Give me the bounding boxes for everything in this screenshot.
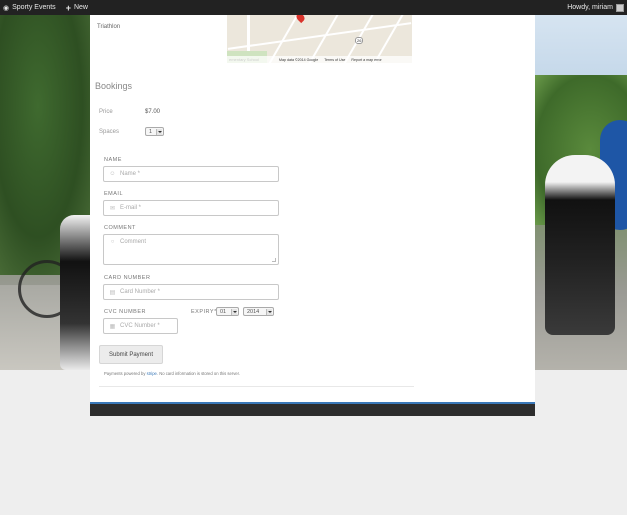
- spaces-select[interactable]: 1: [145, 127, 164, 136]
- cvc-placeholder: CVC Number *: [120, 323, 160, 329]
- envelope-icon: ✉: [109, 205, 116, 212]
- site-name: Sporty Events: [12, 4, 56, 11]
- email-field[interactable]: ✉ E-mail *: [103, 200, 279, 216]
- divider: [99, 386, 414, 387]
- price-label: Price: [99, 109, 113, 115]
- comment-label: COMMENT: [104, 225, 136, 231]
- payment-notice: Payments powered by stripe. No card info…: [104, 371, 240, 376]
- cvc-field[interactable]: ▦ CVC Number *: [103, 318, 178, 334]
- stripe-link[interactable]: stripe: [147, 371, 157, 376]
- expiry-year-value: 2014: [247, 308, 260, 315]
- spaces-label: Spaces: [99, 129, 120, 135]
- comment-placeholder: Comment: [120, 239, 147, 245]
- map-terms-link[interactable]: Terms of Use: [324, 58, 345, 62]
- email-placeholder: E-mail *: [120, 205, 142, 211]
- event-location-label: Triathlon: [97, 24, 121, 30]
- card-number-placeholder: Card Number *: [120, 289, 161, 295]
- chevron-down-icon: [266, 309, 272, 315]
- credit-card-icon: ▤: [109, 289, 116, 296]
- cvc-label: CVC NUMBER: [104, 309, 146, 315]
- expiry-month-select[interactable]: 01: [216, 307, 239, 316]
- account-menu[interactable]: Howdy, miriam: [567, 3, 624, 12]
- new-label: New: [73, 4, 88, 11]
- chevron-down-icon: [231, 309, 237, 315]
- speech-bubble-icon: ○: [110, 239, 115, 245]
- comment-field[interactable]: ○ Comment: [103, 234, 279, 265]
- new-content-menu[interactable]: + New: [66, 3, 88, 13]
- name-placeholder: Name *: [120, 171, 141, 177]
- powered-prefix: Payments powered by: [104, 371, 146, 376]
- route-shield: 26: [355, 37, 364, 44]
- powered-suffix: No card information is stored on this se…: [159, 371, 240, 376]
- name-field[interactable]: ☺ Name *: [103, 166, 279, 182]
- chevron-down-icon: [156, 129, 162, 135]
- avatar: [616, 3, 624, 12]
- submit-payment-button[interactable]: Submit Payment: [99, 345, 163, 364]
- dashboard-icon: ◉: [3, 4, 10, 12]
- map-pin-icon[interactable]: [294, 15, 307, 24]
- site-menu[interactable]: ◉ Sporty Events: [3, 4, 56, 12]
- event-map[interactable]: 26 ementary School Map data ©2014 Google…: [227, 15, 412, 63]
- expiry-month-value: 01: [220, 308, 227, 315]
- price-value: $7.00: [145, 109, 161, 115]
- map-report-link[interactable]: Report a map error: [351, 58, 381, 62]
- resize-handle[interactable]: [272, 258, 276, 262]
- content-panel: Triathlon 26 ementary School Map data ©2…: [90, 15, 535, 405]
- howdy-text: Howdy, miriam: [567, 4, 613, 11]
- expiry-label: EXPIRY*: [191, 309, 217, 315]
- name-label: NAME: [104, 157, 122, 163]
- admin-bar: ◉ Sporty Events + New Howdy, miriam: [0, 0, 627, 15]
- spaces-value: 1: [149, 128, 153, 135]
- map-attribution: Map data ©2014 Google: [279, 57, 319, 62]
- footer-bar: [90, 404, 535, 416]
- card-number-field[interactable]: ▤ Card Number *: [103, 284, 279, 300]
- cvc-icon: ▦: [109, 323, 116, 330]
- bookings-heading: Bookings: [95, 81, 133, 91]
- map-attribution-bar: Map data ©2014 Google Terms of Use Repor…: [227, 56, 412, 63]
- expiry-year-select[interactable]: 2014: [243, 307, 274, 316]
- plus-icon: +: [65, 2, 71, 13]
- card-number-label: CARD NUMBER: [104, 275, 151, 281]
- email-label: EMAIL: [104, 191, 124, 197]
- user-icon: ☺: [109, 171, 116, 177]
